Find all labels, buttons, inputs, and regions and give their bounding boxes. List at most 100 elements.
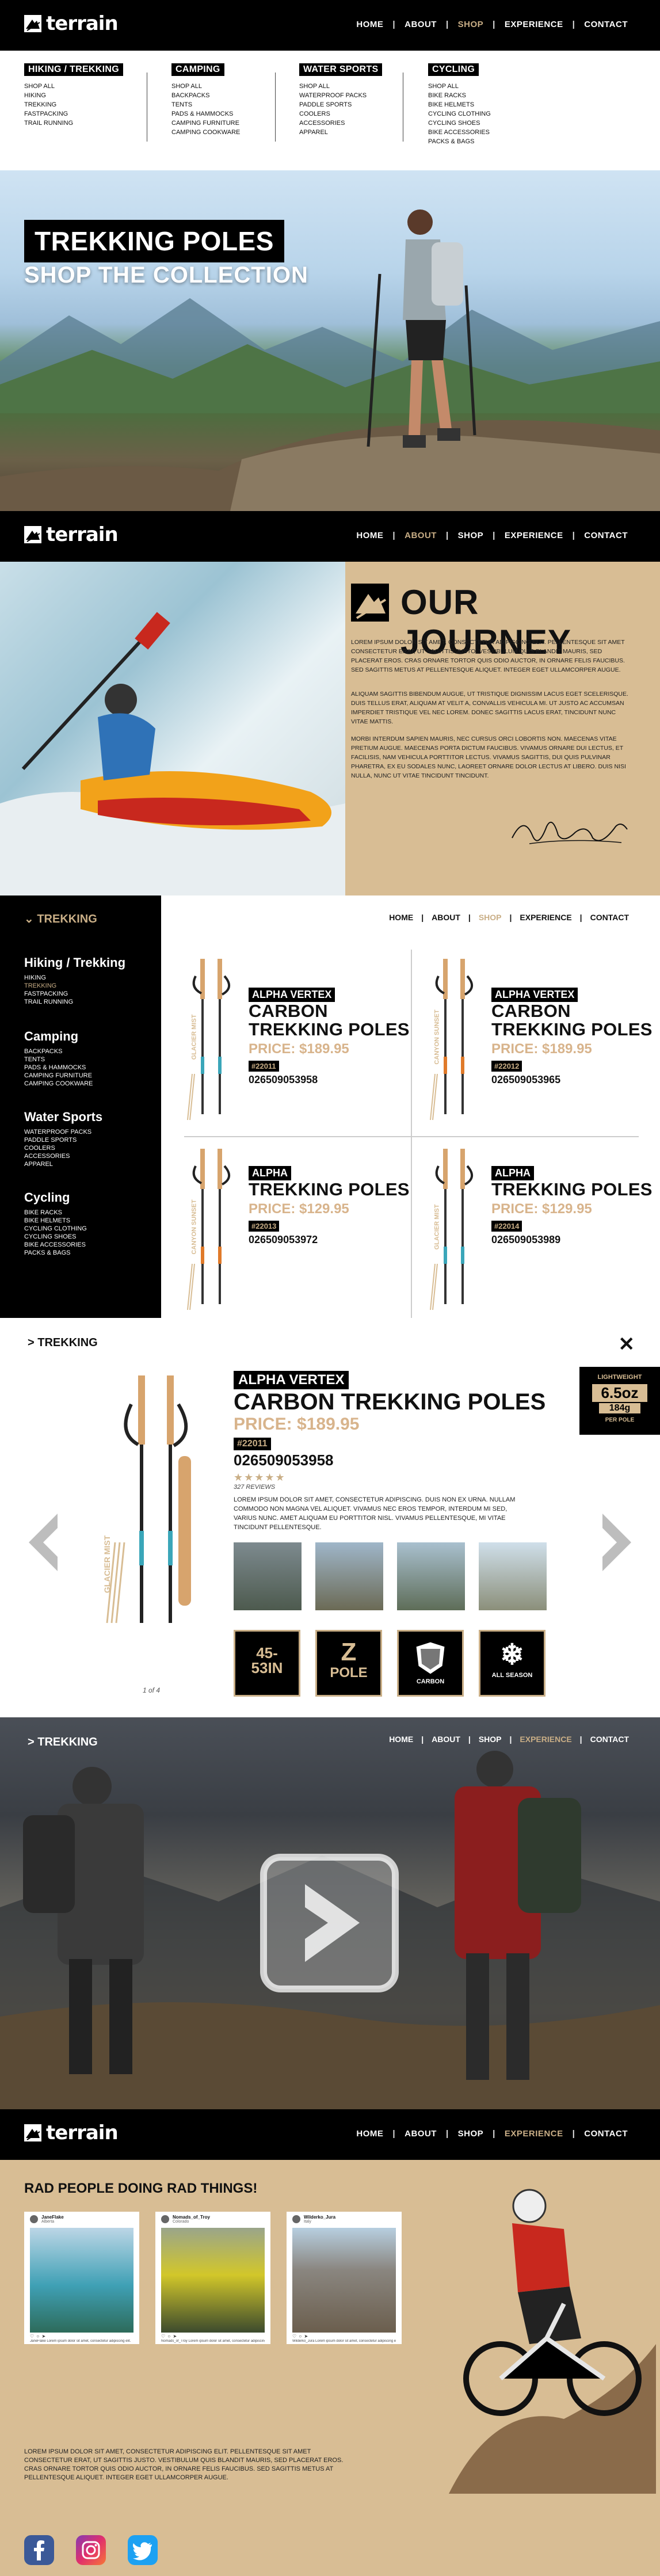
product-card[interactable]: GLACIER MIST ALPHA TREKKING POLES PRICE:… <box>415 1137 657 1318</box>
product-name-line2[interactable]: TREKKING POLES <box>249 1180 410 1199</box>
mega-item[interactable]: WATERPROOF PACKS <box>299 91 382 100</box>
sidebar-item[interactable]: PACKS & BAGS <box>24 1249 87 1257</box>
nav-contact[interactable]: CONTACT <box>582 913 637 922</box>
mega-item[interactable]: PACKS & BAGS <box>428 137 491 146</box>
mega-item[interactable]: BIKE HELMETS <box>428 100 491 109</box>
nav-shop[interactable]: SHOP <box>471 913 510 922</box>
mega-item[interactable]: SHOP ALL <box>299 82 382 91</box>
nav-contact[interactable]: CONTACT <box>582 1735 637 1744</box>
sidebar-item[interactable]: COOLERS <box>24 1144 102 1152</box>
sidebar-item[interactable]: CAMPING FURNITURE <box>24 1072 93 1080</box>
product-card[interactable]: GLACIER MIST ALPHA VERTEX CARBON TREKKIN… <box>173 947 414 1131</box>
nav-experience[interactable]: EXPERIENCE <box>512 1735 579 1744</box>
hero-banner[interactable]: TREKKING POLES SHOP THE COLLECTION <box>0 170 660 511</box>
sidebar-item[interactable]: PADDLE SPORTS <box>24 1136 102 1144</box>
sidebar-group-title[interactable]: Camping <box>24 1029 93 1044</box>
post-actions-icon[interactable]: ♡ ○ ➤ <box>30 2334 46 2339</box>
next-arrow-icon[interactable] <box>597 1511 637 1574</box>
mega-item[interactable]: TENTS <box>171 100 240 109</box>
sidebar-item[interactable]: FASTPACKING <box>24 990 125 998</box>
social-post-card[interactable]: JaneFlake Alberta ♡ ○ ➤ JaneFlake Lorem … <box>24 2212 139 2344</box>
mega-heading-camping[interactable]: CAMPING <box>171 63 224 76</box>
gallery-thumbnail[interactable] <box>479 1542 547 1610</box>
review-count[interactable]: 327 REVIEWS <box>234 1484 545 1491</box>
play-button-icon[interactable] <box>259 1853 400 1994</box>
nav-home[interactable]: HOME <box>347 2129 392 2139</box>
sidebar-group-title[interactable]: Cycling <box>24 1190 87 1205</box>
instagram-icon[interactable] <box>76 2535 106 2565</box>
hero-subtitle-link[interactable]: SHOP THE COLLECTION <box>24 262 308 288</box>
gallery-thumbnail[interactable] <box>315 1542 383 1610</box>
nav-home[interactable]: HOME <box>347 531 392 540</box>
nav-experience[interactable]: EXPERIENCE <box>495 531 573 540</box>
post-actions-icon[interactable]: ♡ ○ ➤ <box>292 2334 308 2339</box>
post-username[interactable]: JaneFlake <box>41 2215 64 2220</box>
sidebar-item[interactable]: CYCLING SHOES <box>24 1233 87 1241</box>
gallery-thumbnail[interactable] <box>397 1542 465 1610</box>
nav-experience[interactable]: EXPERIENCE <box>495 20 573 29</box>
sidebar-item[interactable]: BIKE RACKS <box>24 1209 87 1217</box>
social-post-card[interactable]: Nomads_of_Troy Colorado ♡ ○ ➤ Nomads_of_… <box>155 2212 270 2344</box>
mega-item[interactable]: TREKKING <box>24 100 123 109</box>
post-actions-icon[interactable]: ♡ ○ ➤ <box>161 2334 177 2339</box>
close-icon[interactable]: ✕ <box>619 1333 635 1356</box>
nav-experience[interactable]: EXPERIENCE <box>495 2129 573 2139</box>
product-name-line2[interactable]: TREKKING POLES <box>491 1180 653 1199</box>
nav-contact[interactable]: CONTACT <box>575 20 637 29</box>
sidebar-item[interactable]: WATERPROOF PACKS <box>24 1128 102 1136</box>
sidebar-item[interactable]: PADS & HAMMOCKS <box>24 1064 93 1072</box>
sidebar-item[interactable]: BACKPACKS <box>24 1047 93 1055</box>
prev-arrow-icon[interactable] <box>23 1511 63 1574</box>
sidebar-group-title[interactable]: Hiking / Trekking <box>24 955 125 970</box>
product-card[interactable]: CANYON SUNSET ALPHA VERTEX CARBON TREKKI… <box>415 947 657 1131</box>
mega-item[interactable]: PADS & HAMMOCKS <box>171 109 240 119</box>
mega-item[interactable]: CAMPING COOKWARE <box>171 128 240 137</box>
nav-home[interactable]: HOME <box>347 20 392 29</box>
sidebar-item-active[interactable]: TREKKING <box>24 982 125 990</box>
sidebar-item[interactable]: CYCLING CLOTHING <box>24 1225 87 1233</box>
mega-item[interactable]: SHOP ALL <box>428 82 491 91</box>
rating-stars[interactable]: ★★★★★ <box>234 1472 545 1484</box>
mega-heading-cycling[interactable]: CYCLING <box>428 63 479 76</box>
sidebar-item[interactable]: TRAIL RUNNING <box>24 998 125 1006</box>
twitter-icon[interactable] <box>128 2535 158 2565</box>
nav-about[interactable]: ABOUT <box>395 531 446 540</box>
nav-shop[interactable]: SHOP <box>449 531 493 540</box>
detail-breadcrumb[interactable]: > TREKKING <box>28 1336 98 1350</box>
mega-item[interactable]: HIKING <box>24 91 123 100</box>
mega-item[interactable]: SHOP ALL <box>171 82 240 91</box>
product-name-line2[interactable]: TREKKING POLES <box>491 1020 653 1039</box>
mega-item[interactable]: TRAIL RUNNING <box>24 119 123 128</box>
sidebar-item[interactable]: HIKING <box>24 974 125 982</box>
sidebar-group-title[interactable]: Water Sports <box>24 1110 102 1125</box>
nav-shop[interactable]: SHOP <box>471 1735 510 1744</box>
sidebar-item[interactable]: TENTS <box>24 1055 93 1064</box>
nav-experience[interactable]: EXPERIENCE <box>512 913 579 922</box>
mega-item[interactable]: ACCESSORIES <box>299 119 382 128</box>
sidebar-item[interactable]: BIKE HELMETS <box>24 1217 87 1225</box>
mega-item[interactable]: BIKE ACCESSORIES <box>428 128 491 137</box>
mega-item[interactable]: CYCLING CLOTHING <box>428 109 491 119</box>
mega-item[interactable]: COOLERS <box>299 109 382 119</box>
nav-home[interactable]: HOME <box>381 1735 421 1744</box>
social-post-card[interactable]: Wilderko_Jura Italy ♡ ○ ➤ Wilderko_Jura … <box>287 2212 402 2344</box>
detail-breadcrumb[interactable]: > TREKKING <box>28 1736 98 1749</box>
product-card[interactable]: CANYON SUNSET ALPHA TREKKING POLES PRICE… <box>173 1137 414 1318</box>
mega-item[interactable]: SHOP ALL <box>24 82 123 91</box>
mega-item[interactable]: APPAREL <box>299 128 382 137</box>
post-username[interactable]: Wilderko_Jura <box>304 2215 335 2220</box>
sidebar-section-title[interactable]: ⌄ TREKKING <box>24 912 97 926</box>
nav-about[interactable]: ABOUT <box>395 2129 446 2139</box>
sidebar-item[interactable]: CAMPING COOKWARE <box>24 1080 93 1088</box>
brand-logo[interactable]: terrain <box>24 2123 119 2143</box>
facebook-icon[interactable] <box>24 2535 54 2565</box>
mega-item[interactable]: BIKE RACKS <box>428 91 491 100</box>
mega-item[interactable]: CYCLING SHOES <box>428 119 491 128</box>
nav-about[interactable]: ABOUT <box>395 20 446 29</box>
mega-item[interactable]: BACKPACKS <box>171 91 240 100</box>
gallery-thumbnail[interactable] <box>234 1542 302 1610</box>
nav-contact[interactable]: CONTACT <box>575 531 637 540</box>
brand-logo[interactable]: terrain <box>24 14 119 33</box>
mega-heading-water[interactable]: WATER SPORTS <box>299 63 383 76</box>
product-name-line1[interactable]: CARBON <box>249 1002 410 1020</box>
